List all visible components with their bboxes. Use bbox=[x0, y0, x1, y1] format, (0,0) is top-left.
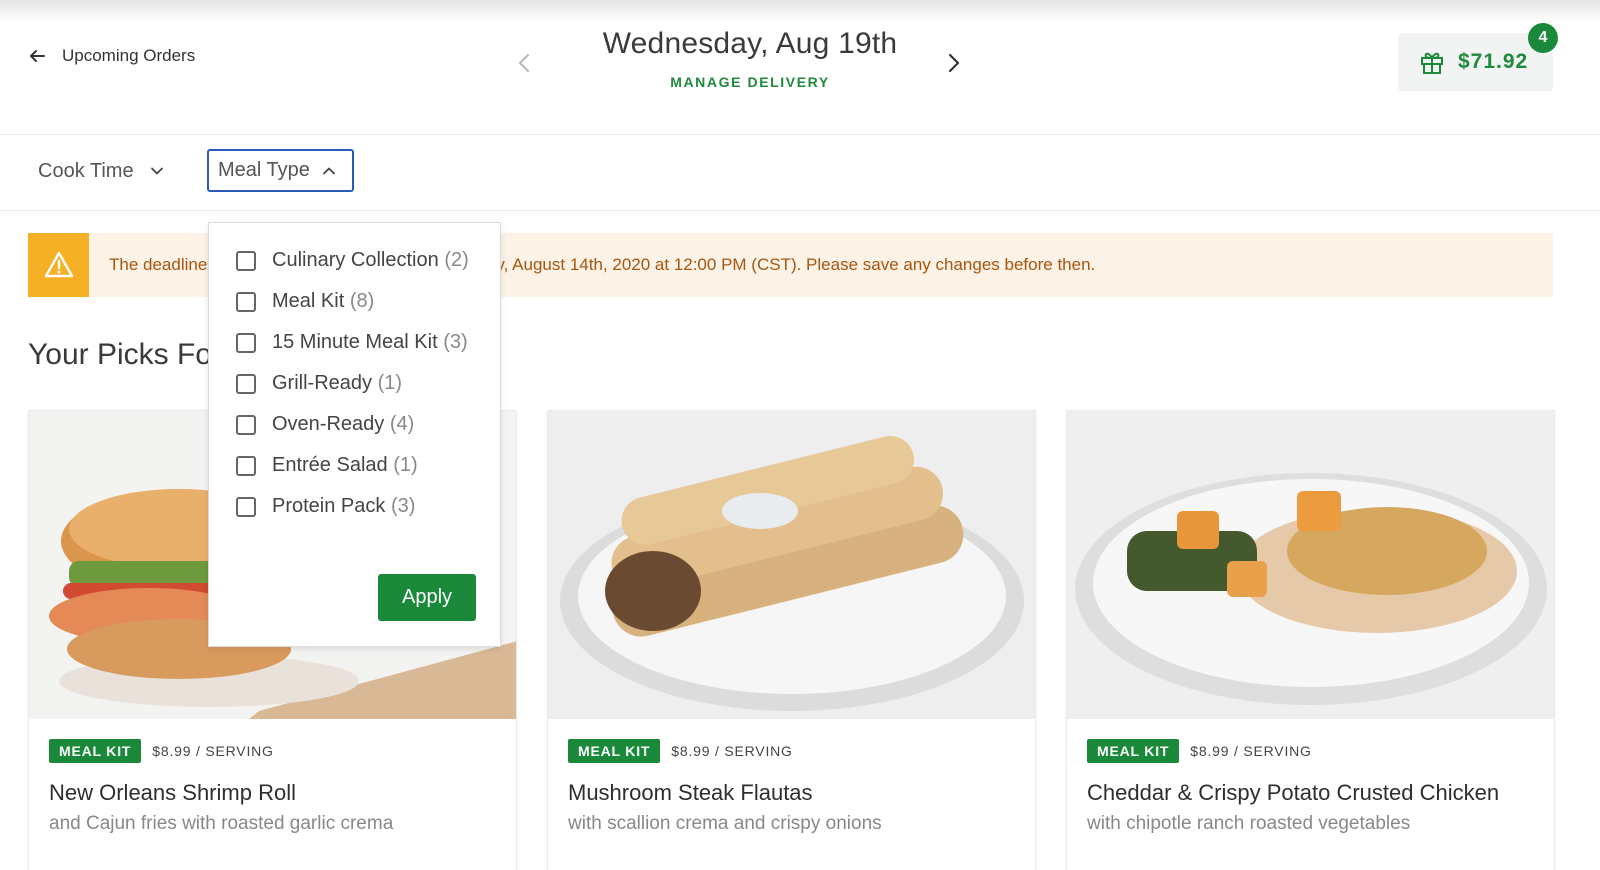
top-shadow bbox=[0, 0, 1600, 22]
cart-count-badge: 4 bbox=[1528, 23, 1558, 53]
option-label: Meal Kit bbox=[272, 290, 345, 312]
meal-type-label: Meal Type bbox=[218, 159, 310, 181]
chevron-down-icon bbox=[150, 167, 163, 175]
option-label: Oven-Ready bbox=[272, 413, 385, 435]
meal-type-option-grill-ready[interactable]: Grill-Ready (1) bbox=[236, 372, 402, 395]
option-checkbox[interactable] bbox=[236, 250, 256, 271]
header-divider bbox=[0, 134, 1600, 135]
option-checkbox[interactable] bbox=[236, 496, 256, 517]
gift-box-icon bbox=[1421, 52, 1443, 74]
meal-title: New Orleans Shrimp Roll bbox=[49, 780, 296, 805]
next-date-chevron-icon[interactable] bbox=[940, 50, 966, 76]
meal-title: Cheddar & Crispy Potato Crusted Chicken bbox=[1087, 780, 1500, 805]
back-to-upcoming-orders-link[interactable]: Upcoming Orders bbox=[28, 46, 195, 66]
option-checkbox[interactable] bbox=[236, 291, 256, 312]
meal-card[interactable]: MEAL KIT $8.99 / SERVING Mushroom Steak … bbox=[547, 410, 1036, 870]
option-label: Entrée Salad bbox=[272, 454, 388, 476]
meal-photo bbox=[548, 411, 1035, 719]
option-label: Culinary Collection bbox=[272, 249, 439, 271]
meal-subtitle: with chipotle ranch roasted vegetables bbox=[1087, 813, 1411, 834]
option-count: (8) bbox=[349, 290, 375, 312]
meal-type-tag: MEAL KIT bbox=[49, 739, 142, 763]
meal-photo bbox=[1067, 411, 1554, 719]
option-count: (4) bbox=[389, 413, 415, 435]
crusted-chicken-image bbox=[1067, 411, 1554, 719]
option-count: (3) bbox=[390, 495, 416, 517]
option-count: (1) bbox=[377, 372, 403, 394]
meal-type-option-meal-kit[interactable]: Meal Kit (8) bbox=[236, 290, 374, 313]
meal-type-tag: MEAL KIT bbox=[568, 739, 661, 763]
meal-subtitle: and Cajun fries with roasted garlic crem… bbox=[49, 813, 394, 834]
chevron-up-icon bbox=[323, 167, 335, 174]
meal-card[interactable]: MEAL KIT $8.99 / SERVING Cheddar & Crisp… bbox=[1066, 410, 1555, 870]
option-label: Grill-Ready bbox=[272, 372, 373, 394]
filter-divider bbox=[0, 210, 1600, 211]
cart-total: $71.92 bbox=[1458, 50, 1529, 73]
arrow-left-icon bbox=[30, 50, 45, 62]
option-label: Protein Pack bbox=[272, 495, 386, 517]
alert-icon-box bbox=[28, 233, 89, 297]
meal-type-option-oven-ready[interactable]: Oven-Ready (4) bbox=[236, 413, 414, 436]
warning-icon bbox=[44, 251, 73, 278]
delivery-date-title: Wednesday, Aug 19th bbox=[602, 27, 898, 60]
meal-type-option-entree-salad[interactable]: Entrée Salad (1) bbox=[236, 454, 418, 477]
option-label: 15 Minute Meal Kit bbox=[272, 331, 438, 353]
meal-type-option-protein-pack[interactable]: Protein Pack (3) bbox=[236, 495, 415, 518]
meal-type-dropdown: Culinary Collection (2) Meal Kit (8) 15 … bbox=[208, 222, 501, 647]
option-checkbox[interactable] bbox=[236, 332, 256, 353]
delivery-date-nav: Wednesday, Aug 19th MANAGE DELIVERY bbox=[518, 22, 980, 102]
apply-button[interactable]: Apply bbox=[378, 574, 476, 621]
option-checkbox[interactable] bbox=[236, 414, 256, 435]
price-per-serving: $8.99 / SERVING bbox=[152, 743, 274, 759]
option-count: (2) bbox=[444, 249, 469, 271]
option-count: (3) bbox=[443, 331, 468, 353]
meal-type-tag: MEAL KIT bbox=[1087, 739, 1180, 763]
flautas-image bbox=[548, 411, 1035, 719]
option-checkbox[interactable] bbox=[236, 455, 256, 476]
manage-delivery-link[interactable]: MANAGE DELIVERY bbox=[520, 74, 980, 90]
cook-time-filter[interactable]: Cook Time bbox=[38, 150, 164, 192]
price-per-serving: $8.99 / SERVING bbox=[1190, 743, 1312, 759]
meal-subtitle: with scallion crema and crispy onions bbox=[568, 813, 882, 834]
meal-type-filter[interactable]: Meal Type bbox=[207, 149, 354, 192]
option-checkbox[interactable] bbox=[236, 373, 256, 394]
option-count: (1) bbox=[393, 454, 418, 476]
meal-title: Mushroom Steak Flautas bbox=[568, 780, 813, 805]
back-link-label: Upcoming Orders bbox=[62, 46, 196, 65]
price-per-serving: $8.99 / SERVING bbox=[671, 743, 793, 759]
cook-time-label: Cook Time bbox=[38, 159, 134, 182]
meal-type-option-culinary-collection[interactable]: Culinary Collection (2) bbox=[236, 249, 469, 272]
meal-type-option-15-minute-meal-kit[interactable]: 15 Minute Meal Kit (3) bbox=[236, 331, 468, 354]
